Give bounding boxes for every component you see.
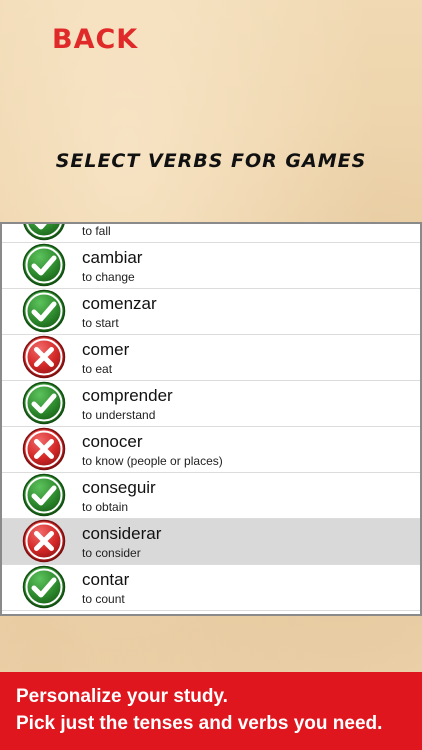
cross-icon[interactable] — [22, 427, 66, 471]
verb-list[interactable]: caerto fall cambiar to change comenzar to st… — [0, 222, 422, 616]
promo-line-2: Pick just the tenses and verbs you need. — [16, 713, 383, 734]
page-title: SELECT VERBS FOR GAMES — [55, 150, 367, 172]
verb-spanish-label: contar — [82, 570, 130, 589]
promo-line-1: Personalize your study. — [16, 686, 228, 707]
verb-english-translation: to know (people or places) — [82, 454, 223, 468]
verb-english-translation: to start — [82, 316, 119, 330]
verb-english-translation: to understand — [82, 408, 156, 422]
check-icon[interactable] — [22, 381, 66, 425]
verb-spanish-label: conocer — [82, 432, 143, 451]
verb-english-translation: to count — [82, 592, 125, 606]
check-icon[interactable] — [22, 565, 66, 609]
verb-row[interactable]: conocer to know (people or places) — [2, 427, 420, 473]
verb-list-content: caerto fall cambiar to change comenzar to st… — [2, 224, 420, 611]
check-icon[interactable] — [22, 289, 66, 333]
verb-english-translation: to fall — [82, 224, 111, 238]
verb-english-translation: to eat — [82, 362, 113, 376]
verb-row[interactable]: caerto fall — [2, 224, 420, 243]
back-button[interactable]: BACK — [52, 24, 138, 55]
verb-english-translation: to consider — [82, 546, 141, 560]
cross-icon[interactable] — [22, 335, 66, 379]
verb-row[interactable]: cambiar to change — [2, 243, 420, 289]
check-icon[interactable] — [22, 224, 66, 241]
verb-row[interactable]: comer to eat — [2, 335, 420, 381]
promo-banner: Personalize your study. Pick just the te… — [0, 672, 422, 750]
check-icon[interactable] — [22, 473, 66, 517]
verb-row[interactable]: contar to count — [2, 565, 420, 611]
verb-row[interactable]: comprender to understand — [2, 381, 420, 427]
verb-spanish-label: comer — [82, 340, 130, 359]
cross-icon[interactable] — [22, 519, 66, 563]
verb-spanish-label: comenzar — [82, 294, 157, 313]
verb-english-translation: to obtain — [82, 500, 129, 514]
check-icon[interactable] — [22, 243, 66, 287]
verb-spanish-label: cambiar — [82, 248, 143, 267]
verb-english-translation: to change — [82, 270, 135, 284]
verb-row[interactable]: conseguir to obtain — [2, 473, 420, 519]
verb-row[interactable]: considerar to consider — [2, 519, 420, 565]
verb-spanish-label: considerar — [82, 524, 162, 543]
verb-spanish-label: conseguir — [82, 478, 156, 497]
verb-row[interactable]: comenzar to start — [2, 289, 420, 335]
verb-spanish-label: comprender — [82, 386, 173, 405]
